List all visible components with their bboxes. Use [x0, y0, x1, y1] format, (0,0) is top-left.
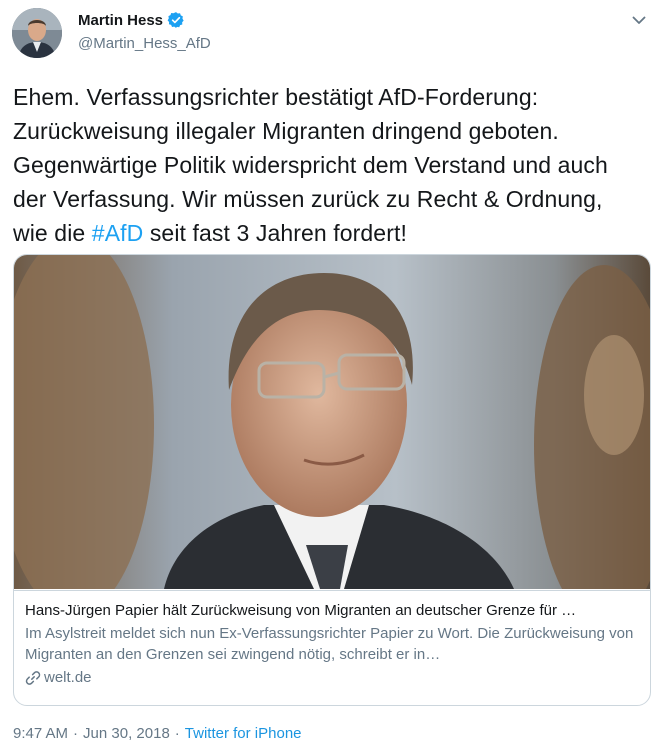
- tweet-text: Ehem. Verfassungsrichter bestätigt AfD-F…: [13, 80, 643, 250]
- card-body[interactable]: Hans-Jürgen Papier hält Zurückweisung vo…: [14, 590, 650, 705]
- link-preview-card[interactable]: Hans-Jürgen Papier hält Zurückweisung vo…: [13, 254, 651, 706]
- link-icon: [25, 670, 41, 686]
- tweet: Martin Hess @Martin_Hess_AfD Ehem. Verfa…: [0, 0, 663, 755]
- card-title[interactable]: Hans-Jürgen Papier hält Zurückweisung vo…: [25, 601, 639, 621]
- tweet-time[interactable]: 9:47 AM: [13, 725, 68, 742]
- card-domain: welt.de: [44, 669, 92, 686]
- meta-separator: ·: [73, 725, 79, 742]
- author-name-row[interactable]: Martin Hess: [78, 11, 185, 29]
- tweet-date[interactable]: Jun 30, 2018: [83, 725, 170, 742]
- meta-separator: ·: [174, 725, 180, 742]
- author-handle[interactable]: @Martin_Hess_AfD: [78, 35, 211, 52]
- hashtag-link[interactable]: #AfD: [92, 220, 144, 246]
- verified-badge-icon: [167, 11, 185, 29]
- card-domain-row: welt.de: [25, 668, 639, 688]
- card-description: Im Asylstreit meldet sich nun Ex-Verfass…: [25, 625, 634, 663]
- tweet-text-tail: seit fast 3 Jahren fordert!: [143, 220, 407, 246]
- card-image[interactable]: [14, 255, 650, 589]
- tweet-source-link[interactable]: Twitter for iPhone: [185, 725, 302, 742]
- author-name[interactable]: Martin Hess: [78, 12, 163, 29]
- card-photo: [14, 255, 650, 589]
- avatar[interactable]: [12, 8, 62, 58]
- chevron-down-icon[interactable]: [629, 10, 649, 30]
- tweet-meta: 9:47 AM · Jun 30, 2018 · Twitter for iPh…: [13, 725, 302, 742]
- avatar-image: [12, 8, 62, 58]
